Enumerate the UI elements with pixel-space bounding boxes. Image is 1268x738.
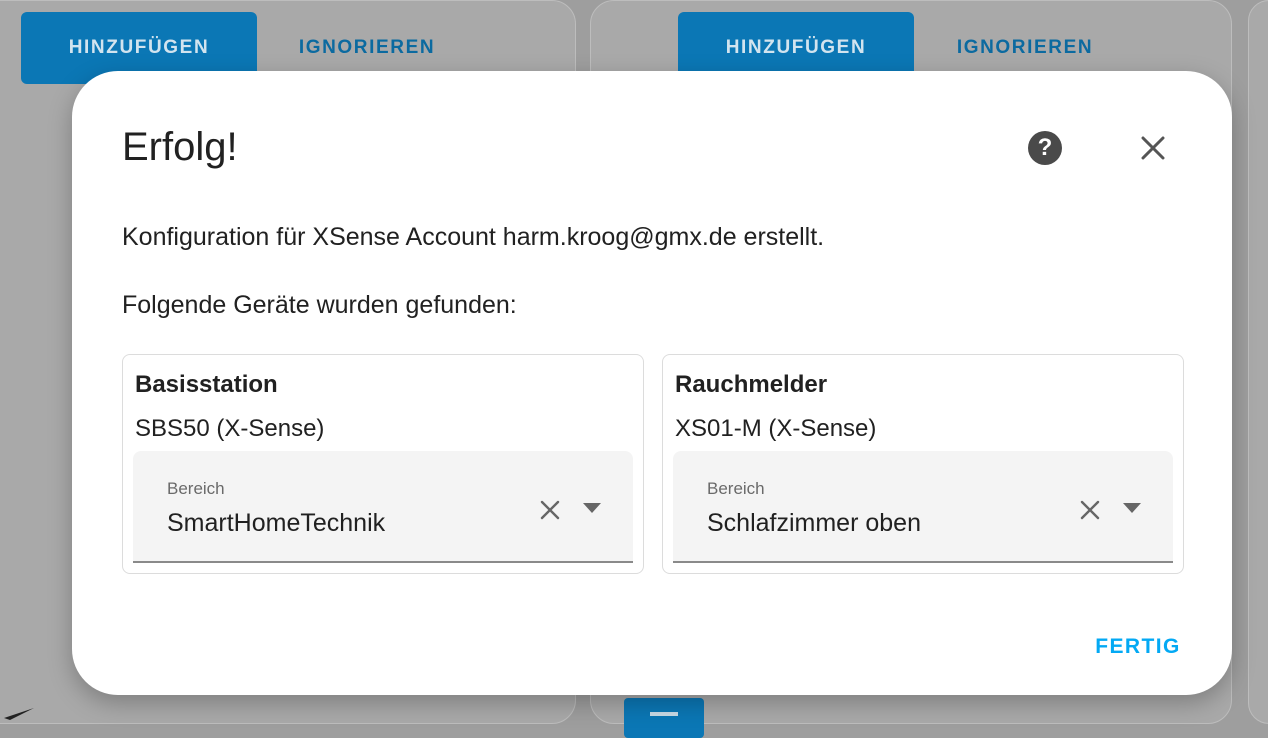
- devices-heading: Folgende Geräte wurden gefunden:: [122, 291, 517, 319]
- chevron-down-icon[interactable]: [581, 501, 603, 515]
- clear-icon[interactable]: [1077, 497, 1103, 523]
- dialog-message: Konfiguration für XSense Account harm.kr…: [122, 223, 825, 251]
- done-button[interactable]: FERTIG: [1076, 627, 1200, 667]
- device-model: XS01-M (X-Sense): [675, 415, 877, 442]
- device-model: SBS50 (X-Sense): [135, 415, 325, 442]
- area-select[interactable]: Bereich SmartHomeTechnik: [133, 451, 633, 563]
- device-name: Rauchmelder: [675, 371, 828, 398]
- background-swoosh-graphic: [4, 708, 34, 720]
- background-card-far-right: [1248, 0, 1268, 724]
- success-dialog: Erfolg! ? Konfiguration für XSense Accou…: [72, 71, 1232, 695]
- device-card-rauchmelder: Rauchmelder XS01-M (X-Sense) Bereich Sch…: [662, 354, 1184, 574]
- area-field-label: Bereich: [707, 479, 765, 498]
- area-select[interactable]: Bereich Schlafzimmer oben: [673, 451, 1173, 563]
- chevron-down-icon[interactable]: [1121, 501, 1143, 515]
- area-field-label: Bereich: [167, 479, 225, 498]
- device-card-basisstation: Basisstation SBS50 (X-Sense) Bereich Sma…: [122, 354, 644, 574]
- area-field-value: Schlafzimmer oben: [707, 509, 921, 537]
- background-menu-button[interactable]: [624, 698, 704, 738]
- menu-icon: [650, 712, 678, 716]
- device-name: Basisstation: [135, 371, 278, 398]
- area-field-value: SmartHomeTechnik: [167, 509, 386, 537]
- clear-icon[interactable]: [537, 497, 563, 523]
- close-icon[interactable]: [1136, 131, 1170, 165]
- dialog-title: Erfolg!: [122, 125, 238, 169]
- help-icon[interactable]: ?: [1028, 131, 1062, 165]
